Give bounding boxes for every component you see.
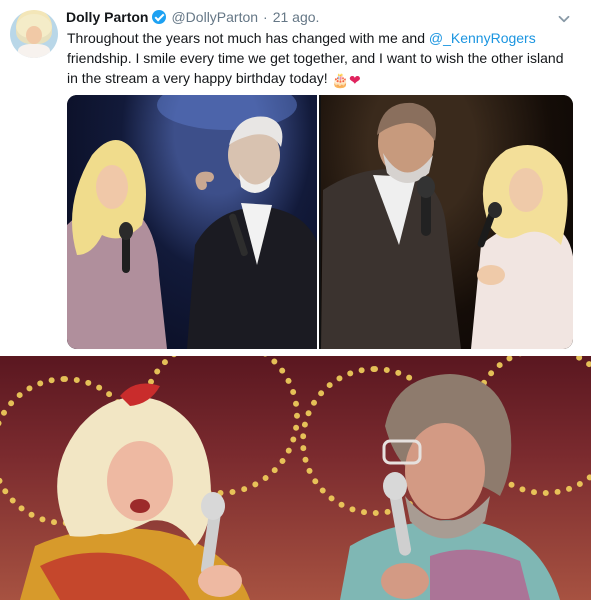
verified-badge-icon [152, 10, 167, 24]
photo-2-artwork [321, 102, 573, 349]
tweet-card[interactable]: Dolly Parton @DollyParton · 21 ago. Thro… [0, 0, 591, 355]
tweet-photo-1[interactable] [67, 95, 318, 349]
author-display-name[interactable]: Dolly Parton [66, 9, 148, 25]
heart-emoji: ❤ [349, 72, 361, 88]
avatar-face [26, 26, 42, 44]
photo-divider [317, 95, 319, 349]
concert-still-photo [0, 356, 591, 600]
separator-dot: · [263, 9, 268, 25]
tweet-timestamp[interactable]: 21 ago. [273, 9, 320, 25]
tweet-text-part2: friendship. I smile every time we get to… [67, 50, 564, 86]
tweet-header: Dolly Parton @DollyParton · 21 ago. [66, 8, 319, 26]
cake-emoji: 🎂 [331, 72, 350, 88]
tweet-text-part1: Throughout the years not much has change… [67, 30, 429, 46]
mention-link[interactable]: @_KennyRogers [429, 30, 536, 46]
still-artwork [20, 374, 560, 600]
photo-1-artwork [67, 95, 318, 349]
author-handle[interactable]: @DollyParton [171, 9, 258, 25]
chevron-down-icon[interactable] [558, 12, 570, 24]
avatar[interactable] [10, 10, 58, 58]
avatar-top [18, 44, 50, 58]
tweet-photo-2[interactable] [321, 95, 573, 349]
tweet-media-grid [67, 95, 573, 349]
tweet-text: Throughout the years not much has change… [67, 28, 577, 90]
